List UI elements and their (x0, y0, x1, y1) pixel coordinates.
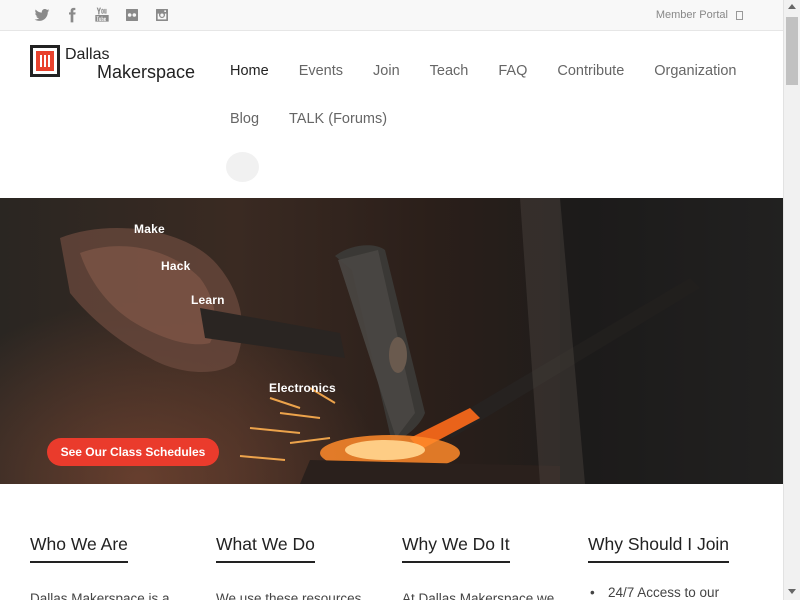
search-toggle-button[interactable] (226, 152, 259, 182)
hero-tag-make: Make (134, 222, 165, 236)
column-bullet-list: 24/7 Access to our (588, 585, 748, 600)
hero-banner: Make Hack Learn Electronics See Our Clas… (0, 198, 783, 484)
hero-tag-learn: Learn (191, 293, 225, 307)
logo-text-line1: Dallas (65, 46, 110, 63)
info-columns: Who We Are Dallas Makerspace is a What W… (0, 484, 783, 600)
scroll-down-icon[interactable] (788, 589, 796, 594)
nav-item-organization[interactable]: Organization (639, 63, 751, 79)
column-title: Why Should I Join (588, 534, 730, 563)
youtube-icon[interactable] (92, 6, 112, 24)
column-title: Why We Do It (402, 534, 510, 563)
social-links (32, 6, 172, 24)
list-item: 24/7 Access to our (588, 585, 748, 600)
top-bar: Member Portal (0, 0, 783, 31)
instagram-icon[interactable] (152, 6, 172, 24)
twitter-icon[interactable] (32, 6, 52, 24)
nav-item-blog[interactable]: Blog (215, 111, 274, 127)
site-header: Dallas Makerspace Home Events Join Teach… (0, 31, 783, 198)
facebook-icon[interactable] (62, 6, 82, 24)
page-scrollbar[interactable] (783, 0, 800, 600)
scroll-up-icon[interactable] (788, 4, 796, 9)
column-title: Who We Are (30, 534, 128, 563)
nav-item-talk-forums[interactable]: TALK (Forums) (274, 111, 402, 127)
site-logo[interactable]: Dallas Makerspace (30, 45, 195, 81)
nav-item-teach[interactable]: Teach (415, 63, 484, 79)
nav-item-events[interactable]: Events (284, 63, 358, 79)
logo-text-line2: Makerspace (97, 62, 196, 82)
nav-item-join[interactable]: Join (358, 63, 415, 79)
class-schedules-button[interactable]: See Our Class Schedules (47, 438, 219, 466)
column-text: Dallas Makerspace is a (30, 591, 170, 600)
column-why-we-do-it: Why We Do It At Dallas Makerspace we (402, 534, 562, 600)
column-what-we-do: What We Do We use these resources (216, 534, 376, 600)
logo-mark-icon (30, 45, 62, 79)
column-text: We use these resources (216, 591, 362, 600)
member-portal-link[interactable]: Member Portal (656, 9, 743, 21)
nav-item-home[interactable]: Home (215, 63, 284, 79)
scrollbar-thumb[interactable] (786, 17, 798, 85)
page: Member Portal Dallas Makerspace Home Eve… (0, 0, 783, 600)
column-why-should-i-join: Why Should I Join 24/7 Access to our (588, 534, 748, 600)
hero-tag-hack: Hack (161, 259, 191, 273)
column-who-we-are: Who We Are Dallas Makerspace is a (30, 534, 190, 600)
nav-item-faq[interactable]: FAQ (483, 63, 542, 79)
main-nav: Home Events Join Teach FAQ Contribute Or… (215, 55, 755, 135)
hero-tag-electronics: Electronics (269, 381, 336, 395)
member-portal-label: Member Portal (655, 9, 728, 21)
column-title: What We Do (216, 534, 315, 563)
flickr-icon[interactable] (122, 6, 142, 24)
external-link-icon (736, 10, 743, 20)
nav-item-contribute[interactable]: Contribute (542, 63, 639, 79)
column-text: At Dallas Makerspace we (402, 591, 555, 600)
